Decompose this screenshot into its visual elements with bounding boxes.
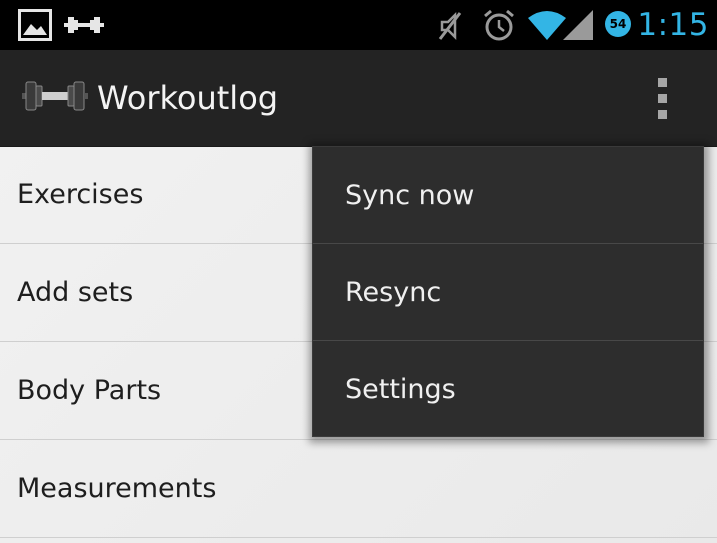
action-bar: Workoutlog [0,50,717,147]
list-item-label: Body Parts [17,375,162,406]
dumbbell-icon [64,17,104,33]
list-item-measurements[interactable]: Measurements [0,440,717,538]
wifi-icon [528,11,566,40]
overflow-dot [658,110,667,119]
menu-item-resync[interactable]: Resync [313,244,703,341]
menu-item-label: Resync [345,277,442,308]
menu-item-label: Sync now [345,180,475,211]
app-title: Workoutlog [97,79,279,117]
image-icon [18,9,52,41]
overflow-menu-icon[interactable] [640,66,688,130]
overflow-dot [658,78,667,87]
menu-item-label: Settings [345,374,456,405]
status-clock: 1:15 [637,7,709,43]
list-item-label: Add sets [17,277,134,308]
list-item-label: Measurements [17,473,217,504]
alarm-icon [484,9,514,41]
status-bar: 54 1:15 [0,0,717,50]
battery-icon: 54 [605,11,631,37]
overflow-popup-menu: Sync now Resync Settings [312,146,704,437]
signal-icon [563,10,593,40]
dumbbell-icon[interactable] [22,78,88,114]
list-item-label: Exercises [17,179,144,210]
app-screen: 54 1:15 Workoutlog Exercises Add sets Bo… [0,0,717,543]
menu-item-settings[interactable]: Settings [313,341,703,438]
menu-item-sync-now[interactable]: Sync now [313,147,703,244]
mute-icon [438,11,462,41]
overflow-dot [658,94,667,103]
